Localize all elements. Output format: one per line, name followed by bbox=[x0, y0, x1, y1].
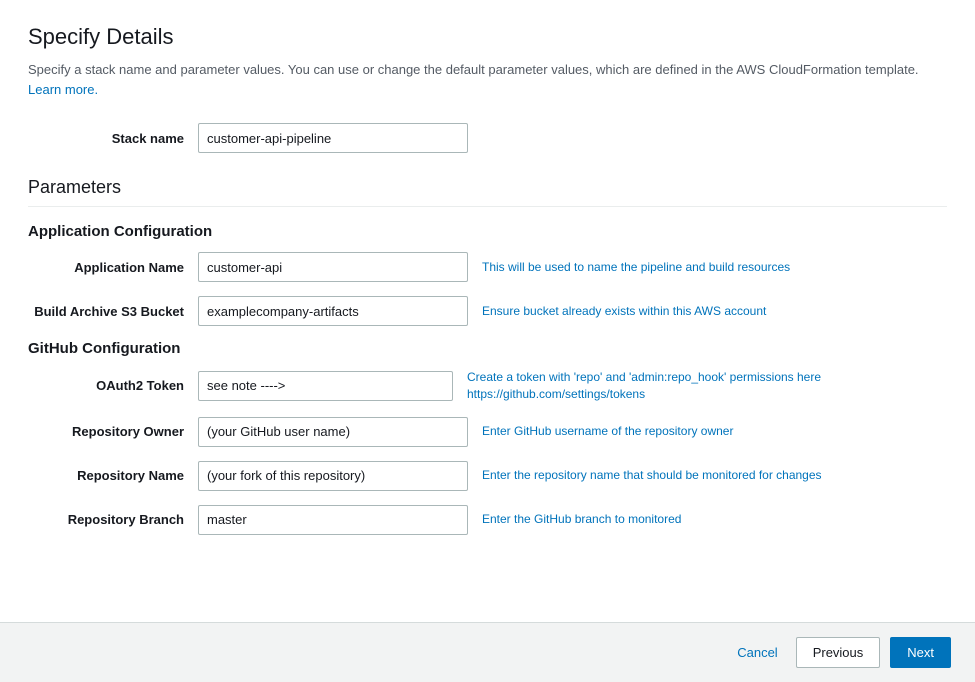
repo-name-row: Repository Name Enter the repository nam… bbox=[28, 461, 947, 491]
next-button[interactable]: Next bbox=[890, 637, 951, 668]
repo-branch-label: Repository Branch bbox=[28, 512, 198, 527]
stack-name-input[interactable] bbox=[198, 123, 468, 153]
app-config-title: Application Configuration bbox=[28, 223, 947, 240]
page-container: Specify Details Specify a stack name and… bbox=[0, 0, 975, 682]
s3-bucket-input[interactable] bbox=[198, 296, 468, 326]
github-config-title: GitHub Configuration bbox=[28, 340, 947, 357]
app-name-row: Application Name This will be used to na… bbox=[28, 252, 947, 282]
parameters-section: Parameters Application Configuration App… bbox=[28, 177, 947, 535]
page-description: Specify a stack name and parameter value… bbox=[28, 60, 947, 99]
repo-branch-hint: Enter the GitHub branch to monitored bbox=[482, 511, 681, 528]
repo-branch-row: Repository Branch Enter the GitHub branc… bbox=[28, 505, 947, 535]
repo-owner-row: Repository Owner Enter GitHub username o… bbox=[28, 417, 947, 447]
cancel-button[interactable]: Cancel bbox=[729, 637, 785, 668]
footer: Cancel Previous Next bbox=[0, 622, 975, 682]
learn-more-link[interactable]: Learn more. bbox=[28, 82, 98, 97]
s3-bucket-row: Build Archive S3 Bucket Ensure bucket al… bbox=[28, 296, 947, 326]
oauth-token-input[interactable] bbox=[198, 371, 453, 401]
repo-name-label: Repository Name bbox=[28, 468, 198, 483]
github-config-section: GitHub Configuration OAuth2 Token Create… bbox=[28, 340, 947, 535]
parameters-title: Parameters bbox=[28, 177, 947, 198]
content-area: Specify Details Specify a stack name and… bbox=[0, 0, 975, 622]
repo-owner-input[interactable] bbox=[198, 417, 468, 447]
app-name-input[interactable] bbox=[198, 252, 468, 282]
repo-owner-hint: Enter GitHub username of the repository … bbox=[482, 423, 733, 440]
oauth-token-label: OAuth2 Token bbox=[28, 378, 198, 393]
oauth-token-row: OAuth2 Token Create a token with 'repo' … bbox=[28, 369, 947, 403]
stack-name-label: Stack name bbox=[28, 131, 198, 146]
parameters-divider bbox=[28, 206, 947, 207]
page-title: Specify Details bbox=[28, 24, 947, 50]
s3-bucket-label: Build Archive S3 Bucket bbox=[28, 304, 198, 319]
app-config-section: Application Configuration Application Na… bbox=[28, 223, 947, 326]
repo-name-input[interactable] bbox=[198, 461, 468, 491]
app-name-label: Application Name bbox=[28, 260, 198, 275]
previous-button[interactable]: Previous bbox=[796, 637, 881, 668]
oauth-token-hint: Create a token with 'repo' and 'admin:re… bbox=[467, 369, 947, 403]
description-text: Specify a stack name and parameter value… bbox=[28, 62, 919, 77]
repo-owner-label: Repository Owner bbox=[28, 424, 198, 439]
stack-name-row: Stack name bbox=[28, 123, 947, 153]
repo-branch-input[interactable] bbox=[198, 505, 468, 535]
stack-name-section: Stack name bbox=[28, 123, 947, 153]
app-name-hint: This will be used to name the pipeline a… bbox=[482, 259, 790, 276]
s3-bucket-hint: Ensure bucket already exists within this… bbox=[482, 303, 766, 320]
repo-name-hint: Enter the repository name that should be… bbox=[482, 467, 822, 484]
